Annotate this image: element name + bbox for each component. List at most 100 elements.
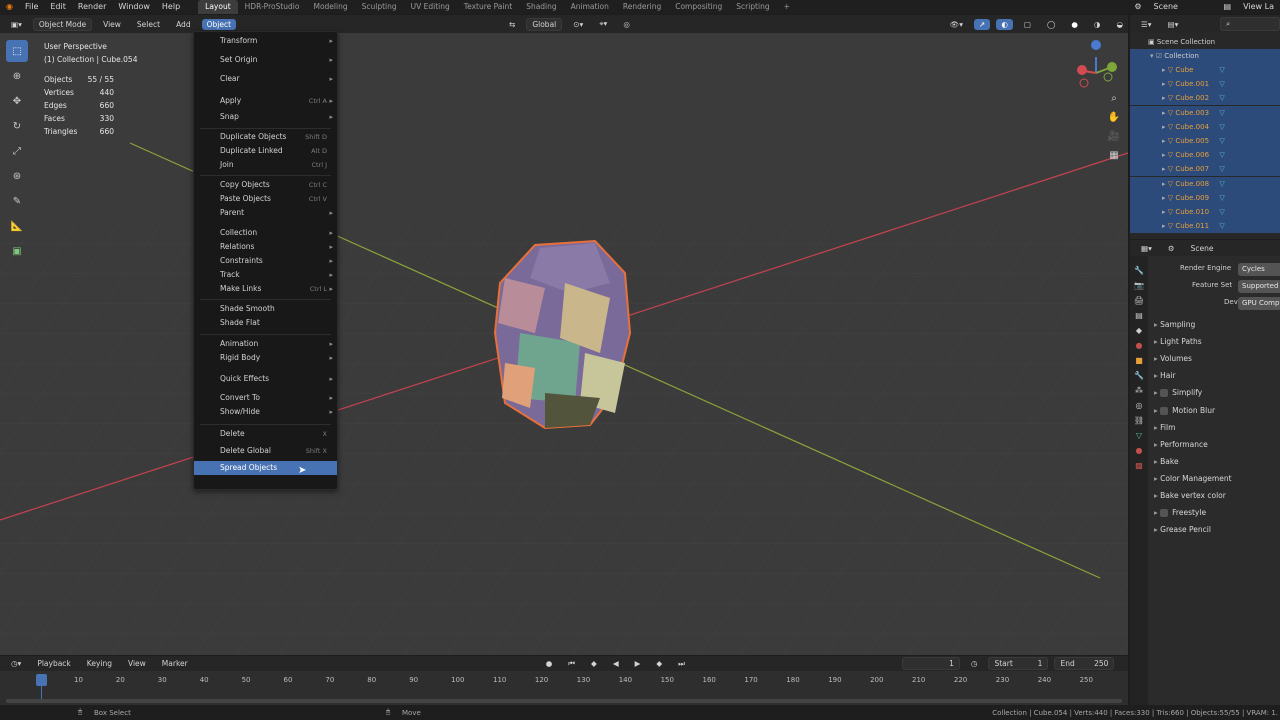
transform-orientation-selector[interactable]: Global [526, 17, 563, 31]
material-tab-icon[interactable]: ● [1136, 446, 1143, 455]
xray-icon[interactable]: ▢ [1019, 19, 1036, 30]
constraints-tab-icon[interactable]: ⛓ [1134, 416, 1144, 425]
expand-arrow-icon[interactable]: ▸ [1130, 66, 1168, 74]
expand-arrow-icon[interactable]: ▸ [1130, 165, 1168, 173]
panel-sampling[interactable]: ▸ Sampling [1154, 320, 1195, 329]
tab-texture-paint[interactable]: Texture Paint [457, 0, 519, 14]
display-mode-icon[interactable]: ▤▾ [1163, 19, 1184, 30]
panel-freestyle[interactable]: ▸ Freestyle [1154, 508, 1206, 518]
expand-arrow-icon[interactable]: ▸ [1130, 109, 1168, 117]
particles-tab-icon[interactable]: ⁂ [1135, 386, 1143, 395]
outliner-item[interactable]: ▸ ▽ Cube.011 ▽ [1130, 219, 1280, 234]
outliner-item[interactable]: ▸ ▽ Cube.006 ▽ [1130, 148, 1280, 163]
menu-item-apply[interactable]: Apply Ctrl A ▸ [194, 94, 337, 108]
menu-item-constraints[interactable]: Constraints ▸ [194, 254, 337, 268]
jump-end-icon[interactable]: ⏭ [673, 658, 690, 670]
panel-volumes[interactable]: ▸ Volumes [1154, 354, 1192, 363]
object-tab-icon[interactable]: ■ [1135, 356, 1143, 365]
pan-hand-icon[interactable]: ✋ [1108, 112, 1120, 123]
menu-playback[interactable]: Playback [32, 658, 75, 669]
menu-item-shade-flat[interactable]: Shade Flat [194, 316, 337, 330]
expand-arrow-icon[interactable]: ▸ [1130, 180, 1168, 188]
menu-item-copy-objects[interactable]: Copy Objects Ctrl C [194, 178, 337, 192]
snap-icon[interactable]: ⌖▾ [594, 18, 612, 30]
rotate-icon[interactable]: ↻ [6, 115, 28, 137]
fractured-cube-object[interactable] [493, 239, 632, 430]
menu-item-clear[interactable]: Clear ▸ [194, 72, 337, 86]
menu-item-delete[interactable]: Delete X [194, 427, 337, 441]
outliner-search-icon[interactable]: ⌕ [1220, 17, 1280, 31]
outliner-type-icon[interactable]: ☰▾ [1136, 19, 1157, 30]
world-tab-icon[interactable]: ● [1136, 341, 1143, 350]
tab-modeling[interactable]: Modeling [306, 0, 354, 14]
navigation-gizmo[interactable] [1077, 40, 1117, 88]
menu-item-set-origin[interactable]: Set Origin ▸ [194, 53, 337, 67]
menu-help[interactable]: Help [156, 0, 186, 14]
overlay-toggle-icon[interactable]: ◐ [996, 18, 1013, 30]
device-dropdown[interactable]: GPU Compu [1238, 297, 1280, 310]
move-icon[interactable]: ✥ [6, 90, 28, 112]
prev-keyframe-icon[interactable]: ◆ [586, 658, 602, 669]
render-engine-dropdown[interactable]: Cycles [1238, 263, 1280, 276]
editor-type-icon[interactable]: ▣▾ [6, 19, 27, 30]
menu-item-convert-to[interactable]: Convert To ▸ [194, 391, 337, 405]
menu-select[interactable]: Select [132, 19, 165, 30]
3d-viewport[interactable] [0, 33, 1128, 655]
jump-start-icon[interactable]: ⏮ [563, 658, 580, 670]
data-tab-icon[interactable]: ▽ [1136, 431, 1142, 440]
outliner-item[interactable]: ▸ ▽ Cube.002 ▽ [1130, 91, 1280, 106]
ortho-grid-icon[interactable]: ▦ [1109, 150, 1118, 161]
menu-window[interactable]: Window [112, 0, 156, 14]
tab-uv-editing[interactable]: UV Editing [404, 0, 457, 14]
outliner-item[interactable]: ▸ ▽ Cube.007 ▽ [1130, 162, 1280, 177]
menu-item-spread-objects[interactable]: Spread Objects [194, 461, 337, 475]
outliner-item[interactable]: ▸ ▽ Cube.001 ▽ [1130, 77, 1280, 92]
tab-scripting[interactable]: Scripting [729, 0, 776, 14]
tab-compositing[interactable]: Compositing [668, 0, 729, 14]
end-frame-field[interactable]: End 250 [1054, 657, 1115, 670]
panel-color-management[interactable]: ▸ Color Management [1154, 474, 1232, 483]
menu-object[interactable]: Object [201, 18, 237, 30]
expand-arrow-icon[interactable]: ▸ [1130, 208, 1168, 216]
shading-wireframe-icon[interactable]: ◯ [1042, 19, 1060, 30]
expand-arrow-icon[interactable]: ▸ [1130, 80, 1168, 88]
gizmo-toggle-icon[interactable]: ↗ [974, 18, 991, 30]
current-frame-field[interactable]: 1 [901, 657, 960, 670]
outliner-scene-collection[interactable]: ▣ Scene Collection [1130, 35, 1280, 49]
scene-tab-icon[interactable]: ◆ [1136, 326, 1142, 335]
expand-arrow-icon[interactable]: ▸ [1130, 94, 1168, 102]
expand-arrow-icon[interactable]: ▸ [1130, 137, 1168, 145]
panel-checkbox[interactable] [1160, 389, 1169, 398]
next-keyframe-icon[interactable]: ◆ [651, 658, 667, 669]
outliner-collection[interactable]: ▾ ☑ Collection [1130, 49, 1280, 63]
tab-sculpting[interactable]: Sculpting [355, 0, 404, 14]
panel-checkbox[interactable] [1160, 406, 1169, 415]
modifier-tab-icon[interactable]: 🔧 [1134, 371, 1144, 380]
panel-motion-blur[interactable]: ▸ Motion Blur [1154, 406, 1215, 415]
outliner-item[interactable]: ▸ ▽ Cube.008 ▽ [1130, 176, 1280, 191]
menu-marker[interactable]: Marker [157, 658, 193, 669]
expand-arrow-icon[interactable]: ▸ [1130, 194, 1168, 202]
menu-keying[interactable]: Keying [82, 658, 117, 669]
menu-item-paste-objects[interactable]: Paste Objects Ctrl V [194, 192, 337, 206]
blender-logo-icon[interactable]: ◉ [0, 0, 19, 14]
panel-simplify[interactable]: ▸ Simplify [1154, 388, 1202, 398]
expand-arrow-icon[interactable]: ▾ ☑ [1130, 52, 1164, 60]
menu-item-join[interactable]: Join Ctrl J [194, 158, 337, 172]
add-cube-icon[interactable]: ▣ [6, 240, 28, 262]
menu-item-track[interactable]: Track ▸ [194, 268, 337, 282]
output-tab-icon[interactable]: 🖨 [1134, 296, 1144, 305]
menu-timeline-view[interactable]: View [123, 658, 151, 669]
menu-edit[interactable]: Edit [44, 0, 72, 14]
tab-animation[interactable]: Animation [564, 0, 616, 14]
play-reverse-icon[interactable]: ◀ [608, 658, 624, 669]
menu-render[interactable]: Render [72, 0, 112, 14]
texture-tab-icon[interactable]: ▩ [1135, 461, 1143, 470]
cursor-icon[interactable]: ⊕ [6, 65, 28, 87]
menu-item-rigid-body[interactable]: Rigid Body ▸ [194, 351, 337, 365]
menu-item-shade-smooth[interactable]: Shade Smooth [194, 302, 337, 316]
panel-light-paths[interactable]: ▸ Light Paths [1154, 337, 1202, 346]
outliner-item[interactable]: ▸ ▽ Cube.004 ▽ [1130, 119, 1280, 134]
outliner-item[interactable]: ▸ ▽ Cube ▽ [1130, 63, 1280, 77]
tab-hdr-prostudio[interactable]: HDR-ProStudio [238, 0, 307, 14]
